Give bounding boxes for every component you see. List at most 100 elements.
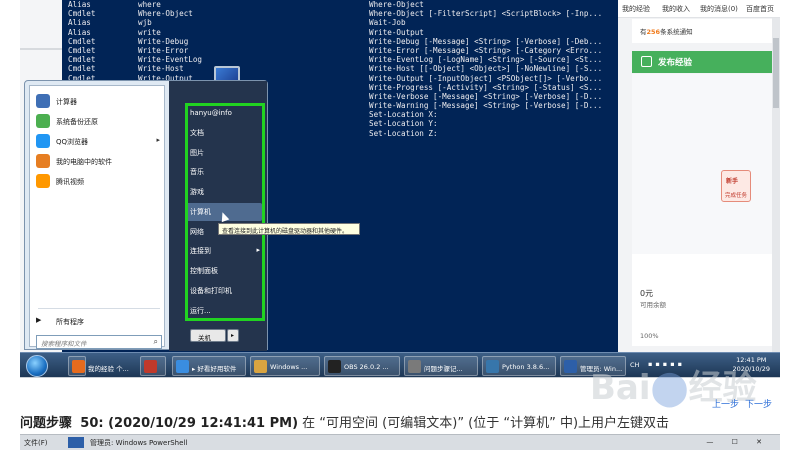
notification-count: 256	[646, 28, 661, 36]
balance-card: 0元 可用余额 100%	[632, 254, 772, 346]
notification-suffix: 条系统通知	[660, 28, 693, 36]
page: Alias where Where-Object Cmdlet Where-Object…	[0, 0, 800, 450]
command-definition: Write-Progress [-Activity] <String> [-St…	[369, 82, 603, 92]
program-item[interactable]: 计算器	[36, 92, 160, 112]
command-definition: Write-Debug [-Message] <String> [-Verbos…	[369, 36, 603, 46]
start-orb-button[interactable]	[26, 355, 48, 377]
command-type: Cmdlet	[68, 45, 96, 55]
publish-button[interactable]: 发布经验	[632, 51, 772, 73]
program-item[interactable]: 系统备份还原	[36, 112, 160, 132]
taskbar-item[interactable]: ▸ 好看好用软件	[172, 356, 246, 376]
taskbar-item-label: 我的经验 个...	[88, 365, 129, 373]
program-label: 我的电脑中的软件	[56, 158, 112, 166]
taskbar-item[interactable]: 我的经验 个...	[68, 356, 129, 376]
taskbar-item[interactable]: Windows ...	[250, 356, 320, 376]
program-item[interactable]: 腾讯视频	[36, 172, 160, 192]
scroll-thumb[interactable]	[773, 38, 779, 108]
step-text: 在 “可用空间 (可编辑文本)” (位于 “计算机” 中)上用户左键双击	[302, 416, 670, 431]
taskbar-item[interactable]: 问题步骤记...	[404, 356, 478, 376]
shutdown-button[interactable]: 关机	[190, 329, 226, 342]
next-screenshot-strip: 文件(F) 管理员: Windows PowerShell — ☐ ✕	[20, 434, 780, 450]
command-definition: Wait-Job	[369, 18, 406, 28]
command-name: Write-EventLog	[138, 55, 203, 65]
taskbar-item-label: OBS 26.0.2 ...	[344, 363, 389, 371]
program-item[interactable]: QQ浏览器 ▸	[36, 132, 160, 152]
my-experience-link[interactable]: 我的经验	[622, 4, 650, 14]
step-number: 50: (2020/10/29 12:41:41 PM)	[80, 416, 299, 431]
command-definition: Set-Location Z:	[369, 128, 438, 138]
taskbar-item[interactable]	[140, 356, 166, 376]
start-menu-programs: 计算器系统备份还原 QQ浏览器 ▸ 我的电脑中的软件 腾讯视频 ▶ 所有程序搜索程序和文件 ⌕	[29, 85, 165, 349]
chevron-right-icon: ▸	[231, 332, 235, 339]
program-icon	[36, 174, 50, 188]
command-type: Cmdlet	[68, 64, 96, 74]
step-label: 问题步骤	[20, 416, 73, 431]
program-label: 计算器	[56, 98, 77, 106]
chevron-right-icon: ▸	[156, 136, 160, 144]
command-definition: Write-Verbose [-Message] <String> [-Verb…	[369, 91, 603, 101]
baidu-home-link[interactable]: 百度首页	[746, 4, 774, 14]
program-icon	[36, 154, 50, 168]
start-search-input[interactable]: 搜索程序和文件 ⌕	[36, 335, 162, 349]
taskbar-item[interactable]: OBS 26.0.2 ...	[324, 356, 400, 376]
search-placeholder: 搜索程序和文件	[41, 340, 87, 348]
powershell-icon	[68, 437, 84, 448]
edit-icon	[641, 56, 652, 67]
next-step-link[interactable]: 下一步	[745, 400, 772, 410]
command-name: Write-Debug	[138, 36, 189, 46]
step-navigation: 上一步 下一步	[706, 397, 772, 410]
program-label: 腾讯视频	[56, 178, 84, 186]
command-definition: Set-Location Y:	[369, 119, 438, 129]
command-definition: Write-Output [-InputObject] <PSObject[]>…	[369, 73, 603, 83]
program-label: QQ浏览器	[56, 138, 89, 146]
task-badge[interactable]: 新手 完成任务	[721, 170, 751, 202]
my-messages-link[interactable]: 我的消息(0)	[700, 4, 738, 14]
search-icon: ⌕	[153, 337, 158, 346]
taskbar-item-label: Windows ...	[270, 363, 308, 371]
program-icon	[36, 134, 50, 148]
program-item[interactable]: 我的电脑中的软件	[36, 152, 160, 172]
command-name: where	[138, 0, 161, 9]
embedded-screenshot: Alias where Where-Object Cmdlet Where-Object…	[20, 0, 780, 378]
console-line: Cmdlet Where-Object Where-Object [-FilterS…	[62, 9, 618, 18]
browser-top-links: 我的经验 我的收入 我的消息(0) 百度首页	[618, 0, 780, 18]
command-type: Cmdlet	[68, 36, 96, 46]
command-name: wjb	[138, 18, 152, 28]
console-line: Cmdlet Write-Host Write-Host [[-Object] <O…	[62, 64, 618, 73]
app-icon	[72, 360, 85, 373]
command-type: Cmdlet	[68, 55, 96, 65]
console-line: Cmdlet Write-Error Write-Error [-Message] …	[62, 46, 618, 55]
command-definition: Write-Warning [-Message] <String> [-Verb…	[369, 101, 603, 111]
command-type: Alias	[68, 0, 91, 9]
command-type: Alias	[68, 18, 91, 28]
percent-value: 100%	[640, 332, 659, 340]
app-icon	[144, 360, 157, 373]
command-definition: Write-Output	[369, 27, 424, 37]
content-card	[632, 74, 772, 254]
program-icon	[36, 114, 50, 128]
balance-amount: 0元	[640, 289, 654, 298]
window-title: 管理员: Windows PowerShell	[90, 439, 188, 447]
command-type: Alias	[68, 27, 91, 37]
console-line: Alias write Write-Output	[62, 28, 618, 37]
app-icon	[486, 360, 499, 373]
all-programs-item[interactable]: ▶ 所有程序	[36, 312, 160, 332]
my-income-link[interactable]: 我的收入	[662, 4, 690, 14]
scrollbar[interactable]	[772, 18, 780, 352]
divider	[20, 48, 62, 50]
prev-step-link[interactable]: 上一步	[712, 400, 739, 410]
command-name: write	[138, 27, 161, 37]
app-icon	[564, 360, 577, 373]
taskbar-item-label: 问题步骤记...	[424, 365, 463, 373]
program-label: 系统备份还原	[56, 118, 98, 126]
shutdown-options-button[interactable]: ▸	[227, 329, 239, 342]
command-definition: Where-Object [-FilterScript] <ScriptBloc…	[369, 9, 603, 19]
taskbar-item[interactable]: Python 3.8.6...	[482, 356, 556, 376]
notification-card[interactable]: 有256条系统通知	[632, 19, 772, 43]
app-icon	[408, 360, 421, 373]
window-controls[interactable]: — ☐ ✕	[706, 438, 770, 446]
task-badge-subtitle: 完成任务	[725, 193, 748, 199]
command-type: Cmdlet	[68, 9, 96, 19]
file-menu[interactable]: 文件(F)	[24, 438, 48, 448]
taskbar-item-label: Python 3.8.6...	[502, 363, 550, 371]
